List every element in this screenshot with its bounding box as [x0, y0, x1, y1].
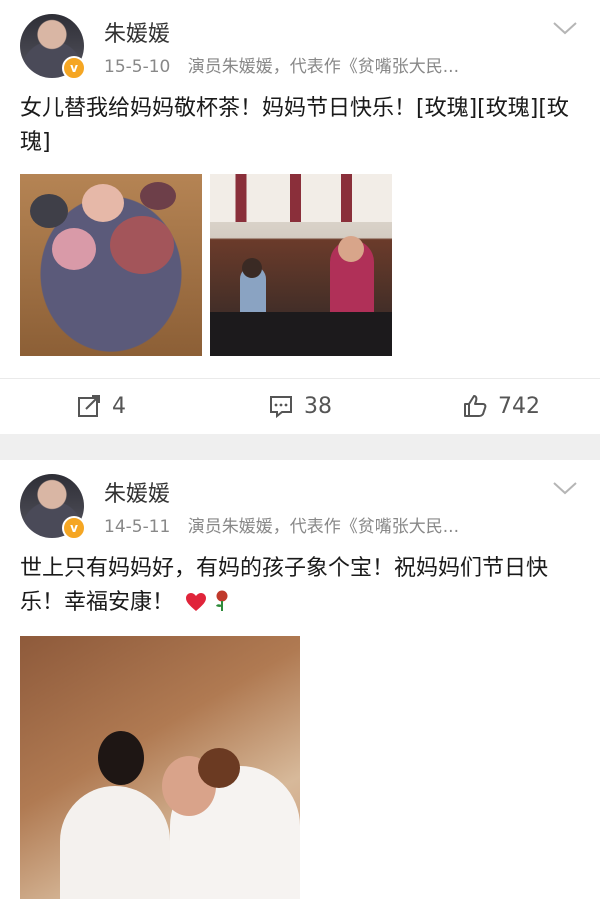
comment-button[interactable]: 38 — [268, 393, 332, 419]
repost-count: 4 — [112, 393, 126, 419]
rose-peach — [82, 184, 124, 222]
like-button[interactable]: 742 — [462, 393, 540, 419]
like-count: 742 — [498, 393, 540, 419]
repost-button[interactable]: 4 — [76, 393, 126, 419]
repost-icon — [78, 395, 100, 417]
heart-emoji — [186, 593, 207, 611]
comment-icon — [270, 396, 292, 419]
weibo-post-1: v 朱媛媛 15-5-10 演员朱媛媛，代表作《贫嘴张大民... 女儿替我给妈妈… — [0, 0, 600, 434]
tea-ceremony-photo[interactable] — [210, 174, 392, 356]
post-text: 世上只有妈妈好，有妈的孩子象个宝！祝妈妈们节日快乐！幸福安康！ — [20, 552, 578, 620]
rose-pink — [52, 228, 96, 270]
avatar[interactable]: v — [20, 474, 86, 540]
window-wall — [210, 174, 392, 222]
comment-count: 38 — [304, 393, 332, 419]
rose-emoji — [216, 590, 228, 611]
moss — [30, 194, 68, 228]
flower-box-photo[interactable] — [20, 174, 202, 356]
post-time: 15-5-10 — [104, 57, 171, 77]
post-text-content: 世上只有妈妈好，有妈的孩子象个宝！祝妈妈们节日快乐！幸福安康！ — [20, 556, 549, 615]
child-hair — [98, 731, 144, 785]
bride-hair — [198, 748, 240, 788]
weibo-post-2: v 朱媛媛 14-5-11 演员朱媛媛，代表作《贫嘴张大民... 世上只有妈妈好… — [0, 460, 600, 899]
author-name[interactable]: 朱媛媛 — [104, 476, 170, 508]
author-name[interactable]: 朱媛媛 — [104, 16, 170, 48]
berries — [140, 182, 176, 210]
post-text: 女儿替我给妈妈敬杯茶！妈妈节日快乐！[玫瑰][玫瑰][玫瑰] — [20, 96, 569, 155]
post-meta: 14-5-11 演员朱媛媛，代表作《贫嘴张大民... — [104, 512, 459, 537]
action-bar: 4 38 742 — [0, 378, 600, 435]
rose-dark-pink — [110, 216, 174, 274]
chevron-down-icon[interactable] — [552, 18, 578, 38]
avatar[interactable]: v — [20, 14, 86, 80]
post-time: 14-5-11 — [104, 517, 171, 537]
thumbs-up-icon — [464, 395, 487, 417]
verified-badge-icon: v — [62, 56, 86, 80]
child-head — [242, 258, 262, 278]
post-source: 演员朱媛媛，代表作《贫嘴张大民... — [187, 57, 459, 77]
verified-badge-icon: v — [62, 516, 86, 540]
grandmother-face — [338, 236, 364, 262]
post-meta: 15-5-10 演员朱媛媛，代表作《贫嘴张大民... — [104, 52, 459, 77]
table — [210, 312, 392, 356]
post-source: 演员朱媛媛，代表作《贫嘴张大民... — [187, 517, 459, 537]
chevron-down-icon[interactable] — [552, 478, 578, 498]
post-separator — [0, 434, 600, 460]
mother-daughter-wedding-photo[interactable] — [20, 636, 300, 899]
child-white-dress — [60, 786, 170, 899]
